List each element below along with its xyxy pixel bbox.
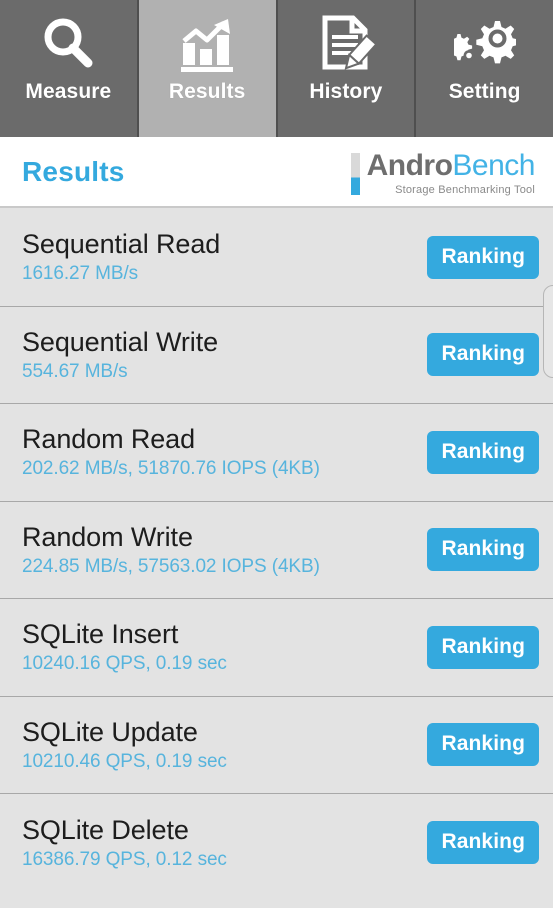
ranking-button[interactable]: Ranking	[427, 821, 539, 865]
androbench-logo: AndroBench Storage Benchmarking Tool	[350, 148, 535, 196]
tab-results-label: Results	[168, 80, 246, 103]
table-row: Sequential Read 1616.27 MB/s Ranking	[0, 209, 553, 307]
logo-bar-icon	[350, 152, 360, 195]
result-value: 10240.16 QPS, 0.19 sec	[22, 653, 227, 675]
logo-name-secondary: Bench	[452, 148, 535, 182]
result-name: SQLite Update	[22, 716, 198, 747]
table-row: SQLite Update 10210.46 QPS, 0.19 sec Ran…	[0, 697, 553, 794]
table-row: Sequential Write 554.67 MB/s Ranking	[0, 307, 553, 404]
gears-icon	[453, 13, 516, 75]
ranking-button[interactable]: Ranking	[427, 333, 539, 377]
tab-results[interactable]: Results	[138, 0, 278, 137]
androbench-results-screen: Measure Results History Setting Results …	[0, 0, 553, 908]
tab-setting-label: Setting	[448, 80, 521, 103]
result-value: 1616.27 MB/s	[22, 263, 139, 285]
table-row: Random Write 224.85 MB/s, 57563.02 IOPS …	[0, 502, 553, 599]
tab-setting[interactable]: Setting	[416, 0, 553, 137]
result-value: 224.85 MB/s, 57563.02 IOPS (4KB)	[22, 555, 320, 577]
tab-measure-label: Measure	[25, 80, 112, 103]
result-value: 16386.79 QPS, 0.12 sec	[22, 848, 227, 870]
bar-chart-trend-icon	[176, 13, 238, 75]
logo-tagline: Storage Benchmarking Tool	[395, 183, 535, 196]
ranking-button[interactable]: Ranking	[427, 528, 539, 572]
result-value: 554.67 MB/s	[22, 360, 128, 382]
page-title: Results	[22, 155, 125, 187]
table-row: SQLite Delete 16386.79 QPS, 0.12 sec Ran…	[0, 794, 553, 892]
table-row: SQLite Insert 10240.16 QPS, 0.19 sec Ran…	[0, 599, 553, 697]
result-value: 10210.46 QPS, 0.19 sec	[22, 750, 227, 772]
ranking-button[interactable]: Ranking	[427, 235, 539, 279]
logo-name-primary: Andro	[366, 148, 453, 182]
ranking-button[interactable]: Ranking	[427, 430, 539, 474]
result-name: Sequential Read	[22, 229, 221, 260]
result-name: Random Write	[22, 521, 193, 552]
page-header: Results AndroBench Storage Benchmarking …	[0, 137, 553, 208]
tab-history-label: History	[309, 80, 383, 103]
ranking-button[interactable]: Ranking	[427, 723, 539, 767]
table-row: Random Read 202.62 MB/s, 51870.76 IOPS (…	[0, 404, 553, 502]
ranking-button[interactable]: Ranking	[427, 625, 539, 669]
magnifier-icon	[37, 13, 99, 75]
results-list: Sequential Read 1616.27 MB/s Ranking Seq…	[0, 209, 553, 908]
result-name: SQLite Insert	[22, 619, 179, 650]
result-name: SQLite Delete	[22, 814, 189, 845]
result-name: Sequential Write	[22, 326, 219, 357]
result-name: Random Read	[22, 424, 196, 455]
document-pencil-icon	[315, 13, 377, 75]
tab-measure[interactable]: Measure	[0, 0, 139, 137]
result-value: 202.62 MB/s, 51870.76 IOPS (4KB)	[22, 458, 320, 480]
tab-history[interactable]: History	[277, 0, 417, 137]
main-tab-bar: Measure Results History Setting	[0, 0, 553, 137]
